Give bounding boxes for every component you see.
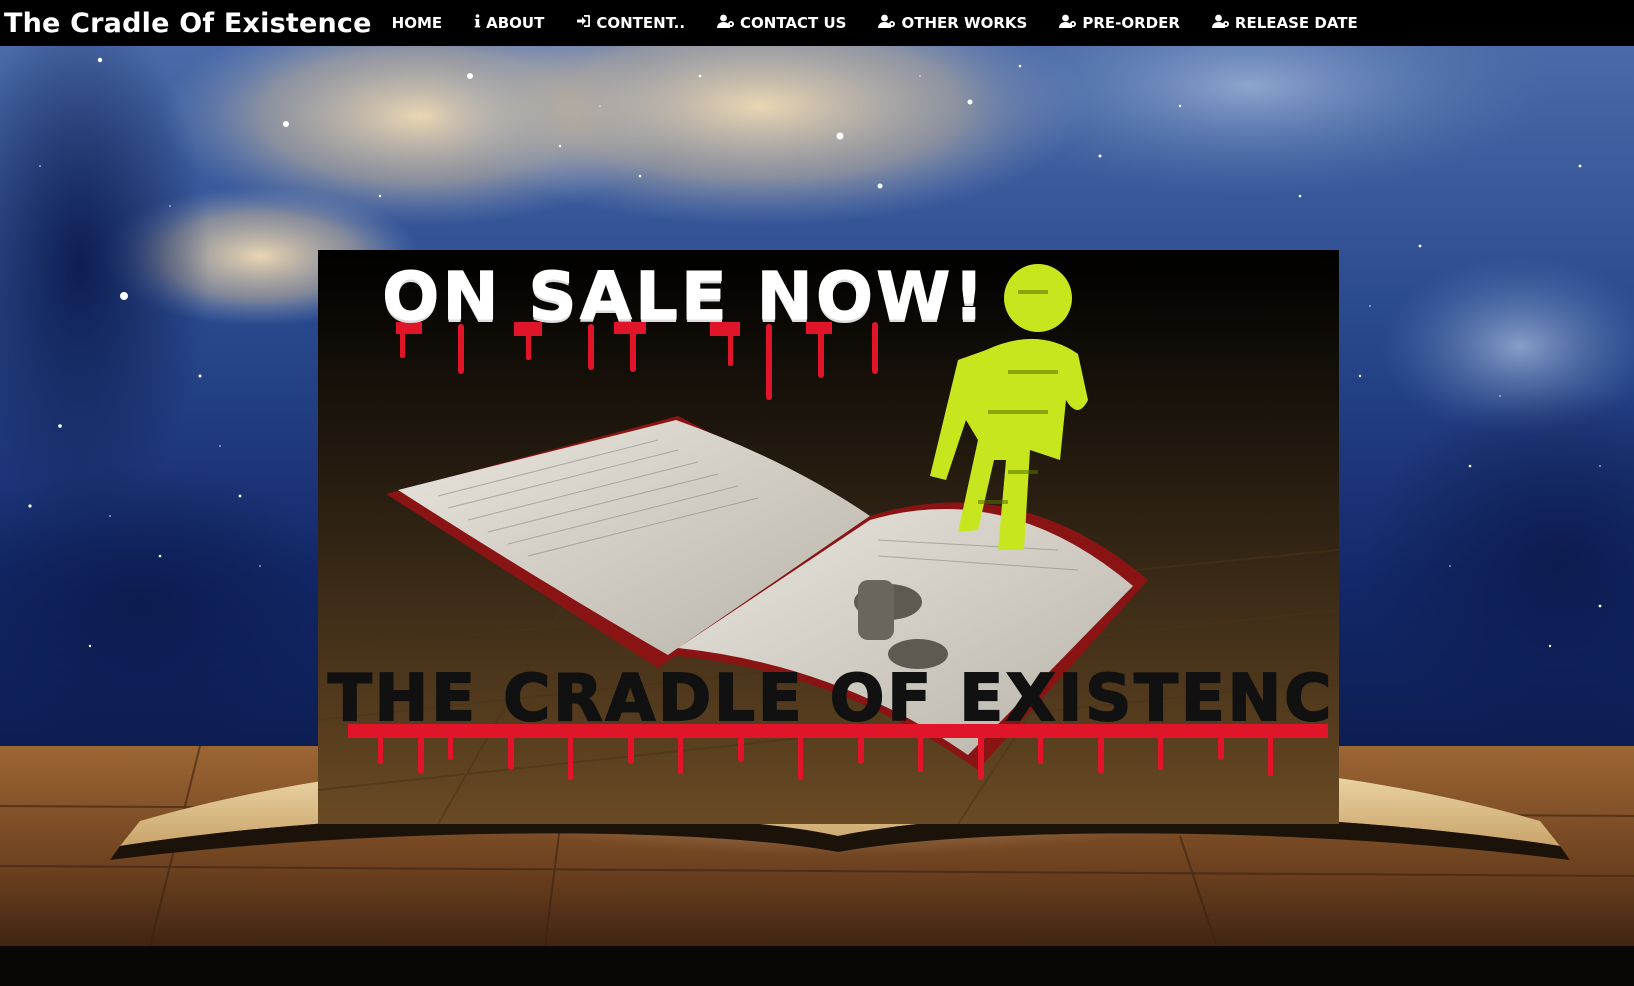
navbar: The Cradle Of Existence HOME ABOUT CONTE… [0, 0, 1634, 46]
user-icon [1211, 14, 1230, 32]
nav-item-label: RELEASE DATE [1234, 14, 1358, 32]
page: The Cradle Of Existence HOME ABOUT CONTE… [0, 0, 1634, 986]
book-poster[interactable]: ON SALE NOW! THE CRADLE OF EXISTENCE [318, 250, 1339, 824]
nav-item-home[interactable]: HOME [392, 14, 442, 32]
nav-item-label: PRE-ORDER [1082, 14, 1180, 32]
nav-item-pre-order[interactable]: PRE-ORDER [1059, 14, 1180, 32]
info-icon [474, 14, 481, 32]
poster-book-title: THE CRADLE OF EXISTENCE [327, 661, 1339, 737]
user-icon [717, 14, 735, 32]
nav-item-about[interactable]: ABOUT [474, 14, 544, 32]
sale-headline: ON SALE NOW! [382, 258, 988, 336]
sign-in-icon [576, 14, 591, 32]
nav-item-label: OTHER WORKS [901, 14, 1028, 32]
nav-item-release-date[interactable]: RELEASE DATE [1211, 14, 1358, 32]
hero-background: ON SALE NOW! THE CRADLE OF EXISTENCE [0, 46, 1634, 986]
user-icon [878, 14, 896, 32]
nav-item-label: ABOUT [486, 14, 545, 32]
site-brand[interactable]: The Cradle Of Existence [4, 8, 372, 39]
nav-item-other-works[interactable]: OTHER WORKS [878, 14, 1027, 32]
nav-menu: HOME ABOUT CONTENT.. CONTACT US OTHER WO… [392, 0, 1390, 46]
nav-item-label: CONTENT.. [596, 14, 686, 32]
nav-item-contact-us[interactable]: CONTACT US [717, 14, 846, 32]
nav-item-label: CONTACT US [740, 14, 847, 32]
poster-artwork [318, 250, 1339, 824]
nav-item-content[interactable]: CONTENT.. [576, 14, 685, 32]
nav-item-label: HOME [391, 14, 443, 32]
user-icon [1059, 14, 1077, 32]
